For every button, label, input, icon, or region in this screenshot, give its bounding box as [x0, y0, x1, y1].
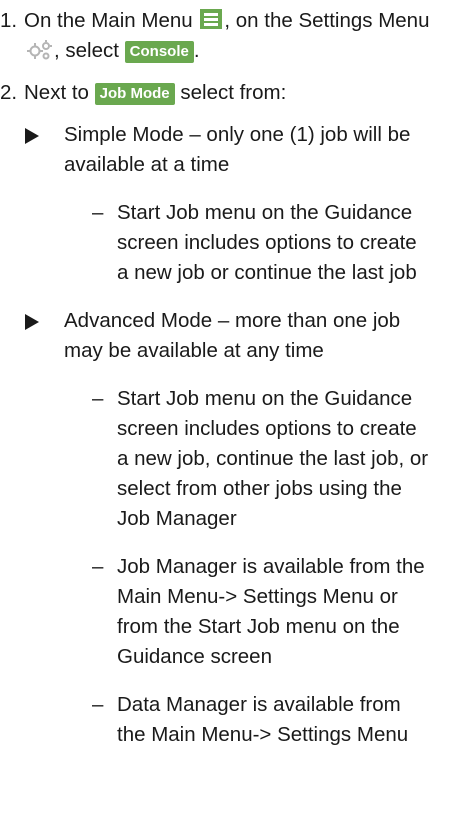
simple-mode-item: Simple Mode – only one (1) job will be a…: [0, 120, 451, 180]
advanced-mode-item: Advanced Mode – more than one job may be…: [0, 306, 451, 366]
dash-bullet: –: [92, 555, 104, 578]
step-text: On the Main Menu: [24, 9, 193, 32]
dash-bullet: –: [92, 693, 104, 716]
step-number: 2.: [0, 81, 18, 104]
subitem-text: Start Job menu on the Guidance screen in…: [117, 201, 417, 284]
subitem-text: Data Manager is available from the Main …: [117, 693, 409, 746]
job-mode-label: Job Mode: [94, 83, 175, 105]
advanced-mode-subitem: – Data Manager is available from the Mai…: [0, 690, 451, 750]
step-text: , select: [54, 39, 119, 62]
bullet-text: Simple Mode – only one (1) job will be a…: [64, 123, 411, 176]
dash-bullet: –: [92, 201, 104, 224]
triangle-bullet-icon: [25, 314, 39, 330]
dash-bullet: –: [92, 387, 104, 410]
bullet-text: Advanced Mode – more than one job may be…: [64, 309, 401, 362]
advanced-mode-subitem: – Start Job menu on the Guidance screen …: [0, 384, 451, 534]
step-text: select from:: [180, 81, 287, 104]
advanced-mode-subitem: – Job Manager is available from the Main…: [0, 552, 451, 672]
step-text: , on the Settings Menu: [224, 9, 430, 32]
gear-icon: [27, 40, 52, 60]
simple-mode-subitem: – Start Job menu on the Guidance screen …: [0, 198, 451, 288]
step-number: 1.: [0, 9, 18, 32]
console-label: Console: [124, 41, 194, 63]
triangle-bullet-icon: [25, 128, 39, 144]
step-text: .: [193, 39, 200, 62]
menu-icon: [200, 9, 223, 29]
subitem-text: Job Manager is available from the Main M…: [117, 555, 425, 668]
step-2: 2. Next to Job Mode select from:: [0, 78, 451, 108]
instructions: 1. On the Main Menu , on the Settings Me…: [0, 0, 457, 750]
step-text: Next to: [24, 81, 89, 104]
subitem-text: Start Job menu on the Guidance screen in…: [117, 387, 429, 530]
step-1: 1. On the Main Menu , on the Settings Me…: [0, 6, 451, 66]
